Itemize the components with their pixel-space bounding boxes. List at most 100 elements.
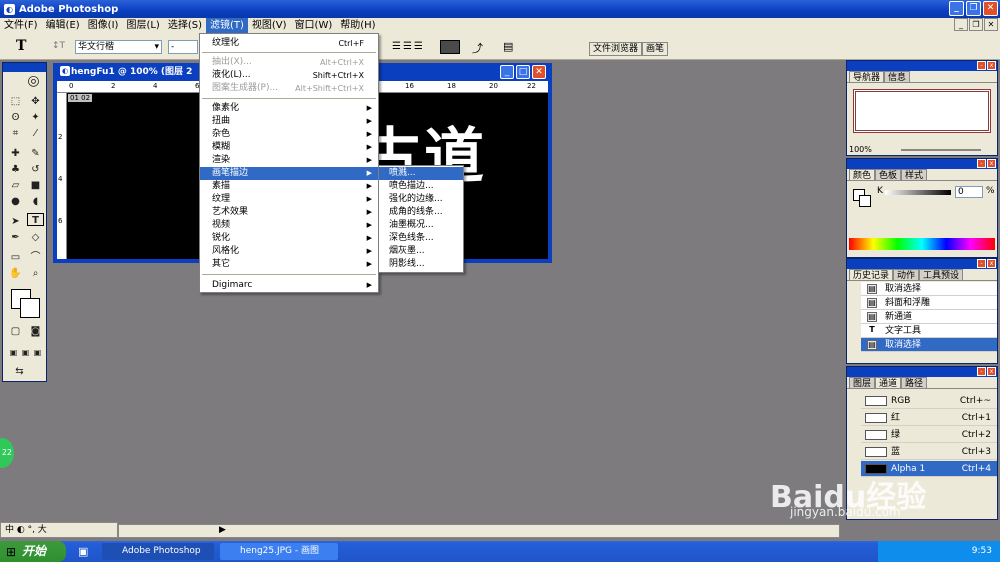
dodge-icon[interactable]: ◖ <box>27 195 44 208</box>
tab-channels[interactable]: 通道 <box>875 377 902 389</box>
submenu-item-ink-outlines[interactable]: 油墨概况... <box>379 219 463 232</box>
zoom-icon[interactable]: ⌕ <box>27 267 44 280</box>
color-ramp[interactable] <box>849 238 995 250</box>
tab-color[interactable]: 颜色 <box>849 169 876 181</box>
menu-item-pattern-maker[interactable]: 图案生成器(P)... Alt+Shift+Ctrl+X <box>200 82 378 95</box>
warp-text-icon[interactable]: ⤴ <box>472 40 483 56</box>
menu-help[interactable]: 帮助(H) <box>336 18 379 33</box>
tab-navigator[interactable]: 导航器 <box>849 71 885 83</box>
menu-select[interactable]: 选择(S) <box>164 18 206 33</box>
menu-item-noise[interactable]: 杂色 ▶ <box>200 128 378 141</box>
submenu-item-angled-strokes[interactable]: 成角的线条... <box>379 206 463 219</box>
k-slider[interactable] <box>885 190 951 195</box>
file-browser-tab[interactable]: 文件浏览器 <box>589 42 643 56</box>
menu-item-sketch[interactable]: 素描 ▶ <box>200 180 378 193</box>
status-arrow-icon[interactable]: ▶ <box>219 525 226 535</box>
font-family-select[interactable]: 华文行楷 ▾ <box>75 40 162 54</box>
k-value-field[interactable]: 0 <box>955 186 983 198</box>
panel-minimize-icon[interactable]: - <box>977 61 986 70</box>
menu-file[interactable]: 文件(F) <box>0 18 42 33</box>
color-bg-swatch[interactable] <box>859 195 871 207</box>
font-style-select[interactable]: - <box>168 40 198 54</box>
panel-minimize-icon[interactable]: - <box>977 159 986 168</box>
type-tool-box-icon[interactable]: T <box>27 213 44 226</box>
history-item[interactable]: ▤ 新通道 <box>861 310 997 324</box>
restore-button[interactable]: ❐ <box>966 1 981 16</box>
menu-filter[interactable]: 滤镜(T) <box>205 18 248 33</box>
menu-item-blur[interactable]: 模糊 ▶ <box>200 141 378 154</box>
submenu-item-spatter[interactable]: 喷溅... <box>379 167 463 180</box>
menu-item-extract[interactable]: 抽出(X)... Alt+Ctrl+X <box>200 56 378 69</box>
submenu-item-crosshatch[interactable]: 阴影线... <box>379 258 463 271</box>
panel-close-icon[interactable]: x <box>987 159 996 168</box>
tab-layers[interactable]: 图层 <box>849 377 876 389</box>
menu-item-sharpen[interactable]: 锐化 ▶ <box>200 232 378 245</box>
screen-mode-3-icon[interactable]: ▣ <box>29 346 46 359</box>
history-item[interactable]: T 文字工具 <box>861 324 997 338</box>
clone-stamp-icon[interactable]: ♣ <box>7 163 24 176</box>
quick-mask-icon[interactable]: ◙ <box>27 325 44 338</box>
magic-wand-icon[interactable]: ✦ <box>27 111 44 124</box>
panel-close-icon[interactable]: x <box>987 259 996 268</box>
submenu-item-dark-strokes[interactable]: 深色线条... <box>379 232 463 245</box>
palettes-toggle-icon[interactable]: ▤ <box>503 40 513 53</box>
menu-item-liquify[interactable]: 液化(L)... Shift+Ctrl+X <box>200 69 378 82</box>
tab-actions[interactable]: 动作 <box>893 269 920 281</box>
history-brush-icon[interactable]: ↺ <box>27 163 44 176</box>
channel-row[interactable]: RGB Ctrl+~ <box>861 393 997 409</box>
menu-image[interactable]: 图像(I) <box>84 18 123 33</box>
doc-win-maximize-button[interactable]: □ <box>516 65 530 79</box>
menu-item-stylize[interactable]: 风格化 ▶ <box>200 245 378 258</box>
navigator-zoom[interactable]: 100% <box>849 145 872 154</box>
menu-layer[interactable]: 图层(L) <box>122 18 163 33</box>
submenu-item-sprayed-strokes[interactable]: 喷色描边... <box>379 180 463 193</box>
menu-item-other[interactable]: 其它 ▶ <box>200 258 378 271</box>
jump-to-imageready-icon[interactable]: ⇆ <box>11 365 28 378</box>
eyedropper-icon[interactable]: ⌒ <box>27 251 44 264</box>
tab-history[interactable]: 历史记录 <box>849 269 894 281</box>
taskbar-paint[interactable]: heng25.JPG - 画图 <box>220 543 338 560</box>
show-desktop-icon[interactable]: ▣ <box>78 545 88 558</box>
brush-icon[interactable]: ✎ <box>27 147 44 160</box>
doc-close-button[interactable]: ✕ <box>984 18 998 31</box>
move-icon[interactable]: ✥ <box>27 95 44 108</box>
brushes-tab[interactable]: 画笔 <box>642 42 669 56</box>
channel-row[interactable]: 蓝 Ctrl+3 <box>861 444 997 460</box>
feather-logo-icon[interactable]: ◎ <box>25 74 42 88</box>
menu-item-texture[interactable]: 纹理 ▶ <box>200 193 378 206</box>
standard-mode-icon[interactable]: ▢ <box>7 325 24 338</box>
history-item[interactable]: ▤ 斜面和浮雕 <box>861 296 997 310</box>
channel-row[interactable]: 红 Ctrl+1 <box>861 410 997 426</box>
type-tool-icon[interactable]: T <box>16 38 26 54</box>
blur-icon[interactable]: ● <box>7 195 24 208</box>
gradient-icon[interactable]: ■ <box>27 179 44 192</box>
submenu-item-sumi-e[interactable]: 烟灰墨... <box>379 245 463 258</box>
history-item[interactable]: ▤ 取消选择 <box>861 282 997 296</box>
channel-row[interactable]: 绿 Ctrl+2 <box>861 427 997 443</box>
minimize-button[interactable]: _ <box>949 1 964 16</box>
menu-item-brush-strokes[interactable]: 画笔描边 ▶ <box>200 167 378 180</box>
tab-paths[interactable]: 路径 <box>901 377 928 389</box>
menu-item-pixelate[interactable]: 像素化 ▶ <box>200 102 378 115</box>
tab-tool-presets[interactable]: 工具预设 <box>919 269 964 281</box>
submenu-item-accented-edges[interactable]: 强化的边缘... <box>379 193 463 206</box>
marquee-icon[interactable]: ⬚ <box>7 95 24 108</box>
hand-icon[interactable]: ✋ <box>7 267 24 280</box>
ime-bar[interactable]: 中 ◐ °, 大 <box>0 522 118 538</box>
navigator-preview[interactable] <box>853 89 991 133</box>
notes-icon[interactable]: ▭ <box>7 251 24 264</box>
menu-edit[interactable]: 编辑(E) <box>42 18 84 33</box>
close-button[interactable]: ✕ <box>983 1 998 16</box>
pen-icon[interactable]: ✒ <box>7 231 24 244</box>
panel-minimize-icon[interactable]: - <box>977 367 986 376</box>
tab-info[interactable]: 信息 <box>884 71 911 83</box>
menu-item-digimarc[interactable]: Digimarc ▶ <box>200 279 378 292</box>
panel-close-icon[interactable]: x <box>987 61 996 70</box>
history-item-selected[interactable]: ▤ 取消选择 <box>861 338 997 352</box>
panel-close-icon[interactable]: x <box>987 367 996 376</box>
menu-item-video[interactable]: 视频 ▶ <box>200 219 378 232</box>
taskbar-photoshop[interactable]: Adobe Photoshop <box>102 543 214 560</box>
floating-badge[interactable]: 22 <box>0 438 14 468</box>
tab-styles[interactable]: 样式 <box>901 169 928 181</box>
text-orientation-icon[interactable]: ↕T <box>52 41 65 51</box>
